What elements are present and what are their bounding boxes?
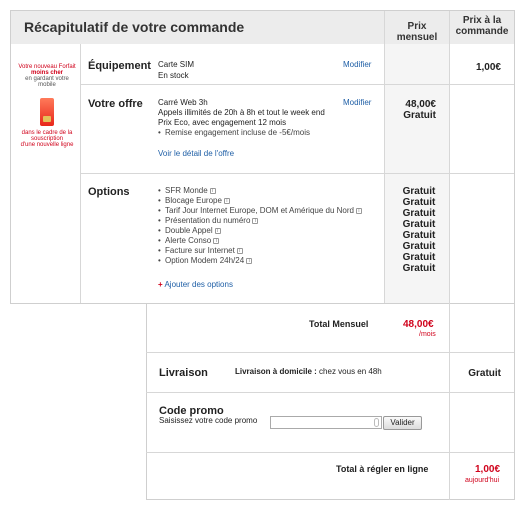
info-icon[interactable]: i — [246, 257, 253, 264]
row-divider — [146, 352, 514, 353]
equipment-order-price: 1,00€ — [475, 62, 501, 73]
option-item: Alerte Consoi — [158, 236, 382, 246]
promo-code-input[interactable] — [270, 416, 382, 429]
info-icon[interactable]: i — [236, 247, 243, 254]
info-icon[interactable]: i — [214, 227, 221, 234]
option-item: Double Appeli — [158, 226, 382, 236]
info-icon[interactable]: i — [213, 237, 220, 244]
option-item: Présentation du numéroi — [158, 216, 382, 226]
option-item: Facture sur Interneti — [158, 246, 382, 256]
offer-monthly-price: 48,00€ — [405, 99, 436, 110]
option-price: Gratuit — [402, 219, 436, 230]
total-online-note: aujourd'hui — [465, 477, 500, 484]
promo-banner: Votre nouveau Forfait moins cher en gard… — [18, 64, 76, 88]
option-price: Gratuit — [402, 263, 436, 274]
microphone-icon[interactable] — [374, 418, 379, 427]
total-monthly-unit: /mois — [419, 331, 436, 338]
options-list: SFR Mondei Blocage Europei Tarif Jour In… — [158, 186, 382, 266]
option-item: Blocage Europei — [158, 196, 382, 206]
totals-panel — [146, 303, 515, 500]
row-divider — [146, 452, 514, 453]
option-price: Gratuit — [402, 208, 436, 219]
option-item: Tarif Jour Internet Europe, DOM et Améri… — [158, 206, 382, 216]
promo-code-prompt: Saisissez votre code promo — [159, 416, 258, 425]
total-online-value: 1,00€ — [475, 464, 501, 475]
column-divider — [384, 11, 385, 303]
total-online-label: Total à régler en ligne — [336, 464, 429, 474]
row-divider — [80, 84, 514, 85]
modify-offer-link[interactable]: Modifier — [343, 98, 371, 107]
option-price: Gratuit — [402, 186, 436, 197]
offer-monthly-price-note: Gratuit — [403, 110, 436, 121]
monthly-price-header: Prix mensuel — [396, 21, 438, 43]
equipment-stock: En stock — [158, 71, 189, 80]
row-divider — [80, 173, 514, 174]
promo-banner-note: dans le cadre de la souscription d'une n… — [20, 130, 74, 148]
order-price-header: Prix à la commande — [455, 15, 509, 37]
delivery-text: Livraison à domicile : chez vous en 48h — [235, 367, 382, 376]
modify-equipment-link[interactable]: Modifier — [343, 60, 371, 69]
total-monthly-value: 48,00€ — [403, 319, 434, 330]
offer-bullet: Remise engagement incluse de -5€/mois — [158, 128, 310, 138]
total-monthly-label: Total Mensuel — [309, 319, 369, 329]
delivery-price: Gratuit — [468, 368, 501, 379]
sim-chip-icon — [43, 116, 51, 122]
option-price: Gratuit — [402, 252, 436, 263]
page-title: Récapitulatif de votre commande — [24, 19, 245, 35]
delivery-label: Livraison — [159, 367, 208, 379]
info-icon[interactable]: i — [355, 207, 362, 214]
option-price: Gratuit — [402, 197, 436, 208]
option-price: Gratuit — [402, 241, 436, 252]
offer-line-2: Prix Eco, avec engagement 12 mois — [158, 118, 287, 127]
info-icon[interactable]: i — [223, 197, 230, 204]
row-divider — [146, 392, 514, 393]
validate-promo-button[interactable]: Valider — [383, 416, 422, 430]
options-label: Options — [88, 186, 130, 198]
offer-detail-link[interactable]: Voir le détail de l'offre — [158, 149, 234, 158]
options-prices: Gratuit Gratuit Gratuit Gratuit Gratuit … — [386, 186, 452, 274]
offer-line-1: Appels illimités de 20h à 8h et tout le … — [158, 108, 325, 117]
offer-name: Carré Web 3h — [158, 98, 208, 107]
info-icon[interactable]: i — [209, 187, 216, 194]
add-options-link[interactable]: + Ajouter des options — [158, 280, 233, 289]
equipment-name: Carte SIM — [158, 60, 195, 69]
option-item: SFR Mondei — [158, 186, 382, 196]
info-icon[interactable]: i — [252, 217, 259, 224]
offer-bullets: Remise engagement incluse de -5€/mois — [158, 128, 310, 138]
equipment-label: Équipement — [88, 60, 151, 72]
option-item: Option Modem 24h/24i — [158, 256, 382, 266]
option-price: Gratuit — [402, 230, 436, 241]
offer-label: Votre offre — [88, 98, 143, 110]
plus-icon: + — [158, 280, 163, 289]
sim-card-image — [40, 98, 54, 126]
